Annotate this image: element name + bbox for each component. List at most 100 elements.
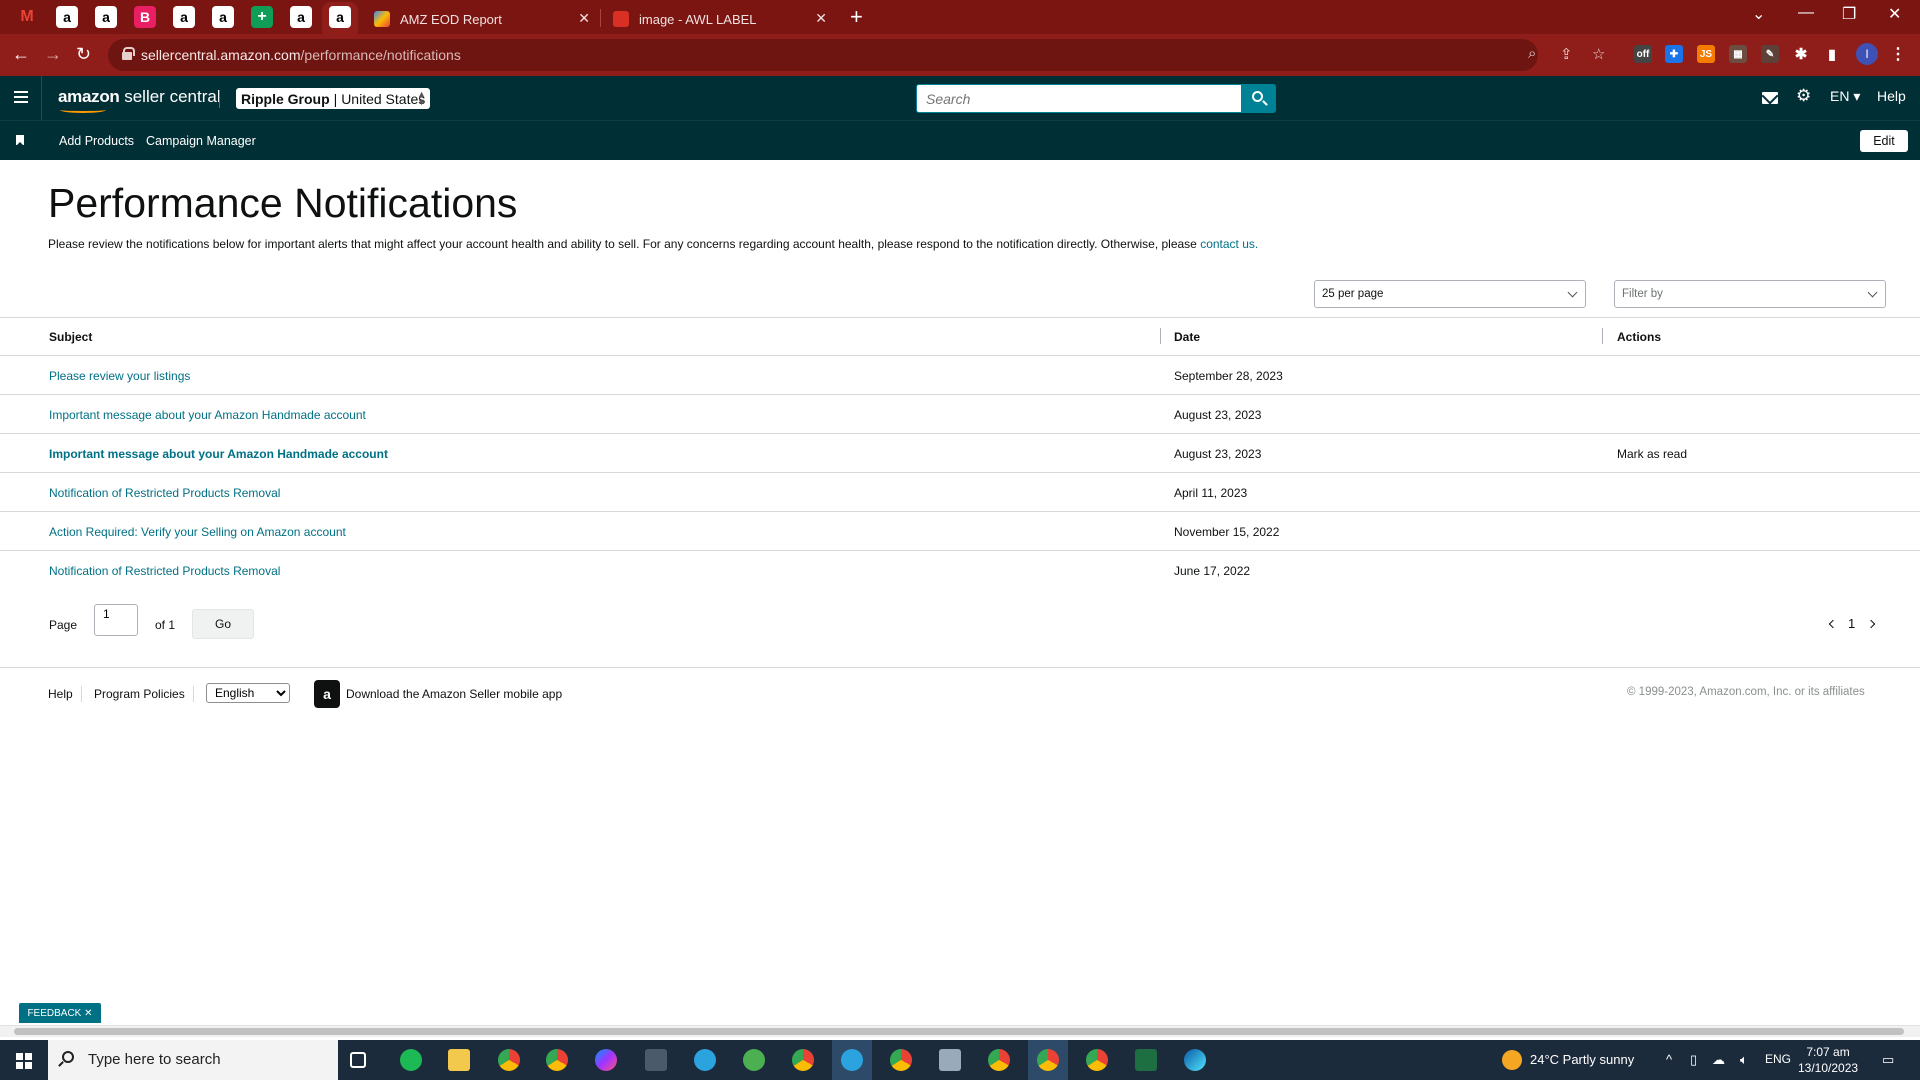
chrome-icon[interactable] (792, 1049, 814, 1071)
extension-icon[interactable]: ▦ (1729, 45, 1747, 63)
extension-icon[interactable]: ✚ (1665, 45, 1683, 63)
amazon-tab-icon[interactable]: a (95, 6, 117, 28)
language-selector[interactable]: EN ▾ (1830, 88, 1860, 105)
file-explorer-icon[interactable] (448, 1049, 470, 1071)
utorrent-icon[interactable] (743, 1049, 765, 1071)
contact-us-link[interactable]: contact us. (1200, 237, 1258, 251)
bookmark-icon[interactable] (16, 135, 24, 146)
edit-button[interactable]: Edit (1860, 130, 1908, 152)
windows-start-icon[interactable] (16, 1053, 32, 1069)
excel-icon[interactable] (1135, 1049, 1157, 1071)
chrome-icon[interactable] (988, 1049, 1010, 1071)
menu-dots-icon[interactable]: ⋮ (1889, 45, 1907, 63)
extension-icon[interactable]: JS (1697, 45, 1715, 63)
chrome-icon[interactable] (498, 1049, 520, 1071)
close-icon[interactable]: ✕ (578, 10, 590, 27)
telegram-icon[interactable] (694, 1049, 716, 1071)
chevron-right-icon[interactable] (1866, 619, 1876, 629)
volume-icon[interactable]: 🔈︎ (1740, 1052, 1748, 1068)
close-icon[interactable]: ✕ (815, 10, 827, 27)
forward-icon[interactable]: → (44, 44, 62, 65)
calculator-icon[interactable] (645, 1049, 667, 1071)
feedback-button[interactable]: FEEDBACK ✕ (19, 1003, 101, 1023)
notification-link[interactable]: Notification of Restricted Products Remo… (49, 564, 280, 578)
mail-icon[interactable] (1762, 92, 1778, 104)
column-resize-handle[interactable] (1160, 328, 1161, 344)
search-button[interactable] (1242, 84, 1276, 113)
weather-icon[interactable] (1502, 1050, 1522, 1070)
tray-chevron-icon[interactable]: ^ (1666, 1052, 1672, 1067)
gmail-tab-icon[interactable]: M (16, 6, 38, 28)
task-view-icon[interactable] (350, 1052, 366, 1068)
amazon-tab-icon[interactable]: a (290, 6, 312, 28)
notification-link[interactable]: Please review your listings (49, 369, 190, 383)
sheets-tab-icon[interactable]: + (251, 6, 273, 28)
chrome-icon[interactable] (546, 1049, 568, 1071)
account-switcher[interactable]: Ripple Group | United States ▲ ▼ (236, 88, 430, 109)
extension-icon[interactable]: ✎ (1761, 45, 1779, 63)
battery-icon[interactable]: ▯ (1690, 1052, 1697, 1068)
zoom-icon[interactable]: ⌕ (1528, 45, 1536, 62)
close-icon[interactable]: ✕ (84, 1008, 92, 1019)
b-app-tab-icon[interactable]: B (134, 6, 156, 28)
column-header-date[interactable]: Date (1174, 330, 1200, 344)
hamburger-menu-icon[interactable] (14, 91, 28, 103)
extension-icon[interactable]: off (1634, 45, 1652, 63)
amazon-tab-icon[interactable]: a (56, 6, 78, 28)
filter-select[interactable]: Filter by (1614, 280, 1886, 308)
amazon-tab-icon[interactable]: a (329, 6, 351, 28)
chrome-icon[interactable] (1086, 1049, 1108, 1071)
nav-add-products[interactable]: Add Products (59, 134, 134, 148)
per-page-select[interactable]: 25 per page (1314, 280, 1586, 308)
tab-amz-eod-report[interactable]: AMZ EOD Report ✕ (362, 4, 598, 34)
notification-link-unread[interactable]: Important message about your Amazon Hand… (49, 447, 388, 461)
horizontal-scrollbar[interactable] (0, 1025, 1920, 1037)
seller-app-icon[interactable]: a (314, 680, 340, 708)
footer-help-link[interactable]: Help (48, 687, 73, 701)
tab-awl-label[interactable]: image - AWL LABEL ✕ (601, 4, 835, 34)
notification-link[interactable]: Action Required: Verify your Selling on … (49, 525, 346, 539)
mark-as-read-button[interactable]: Mark as read (1617, 447, 1687, 461)
puzzle-icon[interactable]: ✱ (1792, 45, 1810, 63)
download-app-link[interactable]: Download the Amazon Seller mobile app (346, 687, 562, 701)
tab-search-icon[interactable]: ⌄ (1752, 4, 1765, 24)
search-input[interactable] (917, 85, 1241, 112)
help-link[interactable]: Help (1877, 88, 1906, 104)
amazon-tab-icon[interactable]: a (212, 6, 234, 28)
telegram-icon[interactable] (841, 1049, 863, 1071)
address-bar[interactable]: sellercentral.amazon.com/performance/not… (108, 39, 1605, 71)
chrome-icon[interactable] (1037, 1049, 1059, 1071)
messenger-icon[interactable] (595, 1049, 617, 1071)
go-button[interactable]: Go (192, 609, 254, 639)
column-header-subject[interactable]: Subject (49, 330, 92, 344)
nav-campaign-manager[interactable]: Campaign Manager (146, 134, 256, 148)
program-policies-link[interactable]: Program Policies (94, 687, 185, 701)
gear-icon[interactable]: ⚙ (1796, 86, 1811, 106)
bookmark-star-icon[interactable]: ☆ (1592, 45, 1605, 63)
spotify-icon[interactable] (400, 1049, 422, 1071)
restore-icon[interactable]: ❐ (1842, 4, 1856, 24)
share-icon[interactable]: ⇪ (1560, 45, 1573, 63)
chrome-icon[interactable] (890, 1049, 912, 1071)
seller-central-logo[interactable]: amazon seller central (58, 87, 221, 113)
system-clock[interactable]: 7:07 am 13/10/2023 (1798, 1044, 1858, 1076)
side-panel-icon[interactable]: ▮ (1823, 45, 1841, 63)
page-number-input[interactable] (94, 604, 138, 636)
input-language[interactable]: ENG (1765, 1052, 1791, 1066)
back-icon[interactable]: ← (12, 44, 30, 65)
column-resize-handle[interactable] (1602, 328, 1603, 344)
new-tab-button[interactable]: + (850, 4, 863, 30)
amazon-tab-icon[interactable]: a (173, 6, 195, 28)
onedrive-icon[interactable]: ☁ (1712, 1052, 1725, 1068)
taskbar-search[interactable]: Type here to search (48, 1040, 338, 1080)
current-page[interactable]: 1 (1848, 616, 1855, 631)
notepad-icon[interactable] (939, 1049, 961, 1071)
weather-text[interactable]: 24°C Partly sunny (1530, 1052, 1634, 1067)
reload-icon[interactable]: ↻ (76, 44, 91, 65)
minimize-icon[interactable]: — (1798, 4, 1814, 22)
notifications-icon[interactable]: ▭ (1882, 1052, 1894, 1068)
footer-language-select[interactable]: English (206, 683, 290, 703)
edge-icon[interactable] (1184, 1049, 1206, 1071)
notification-link[interactable]: Notification of Restricted Products Remo… (49, 486, 280, 500)
notification-link[interactable]: Important message about your Amazon Hand… (49, 408, 366, 422)
